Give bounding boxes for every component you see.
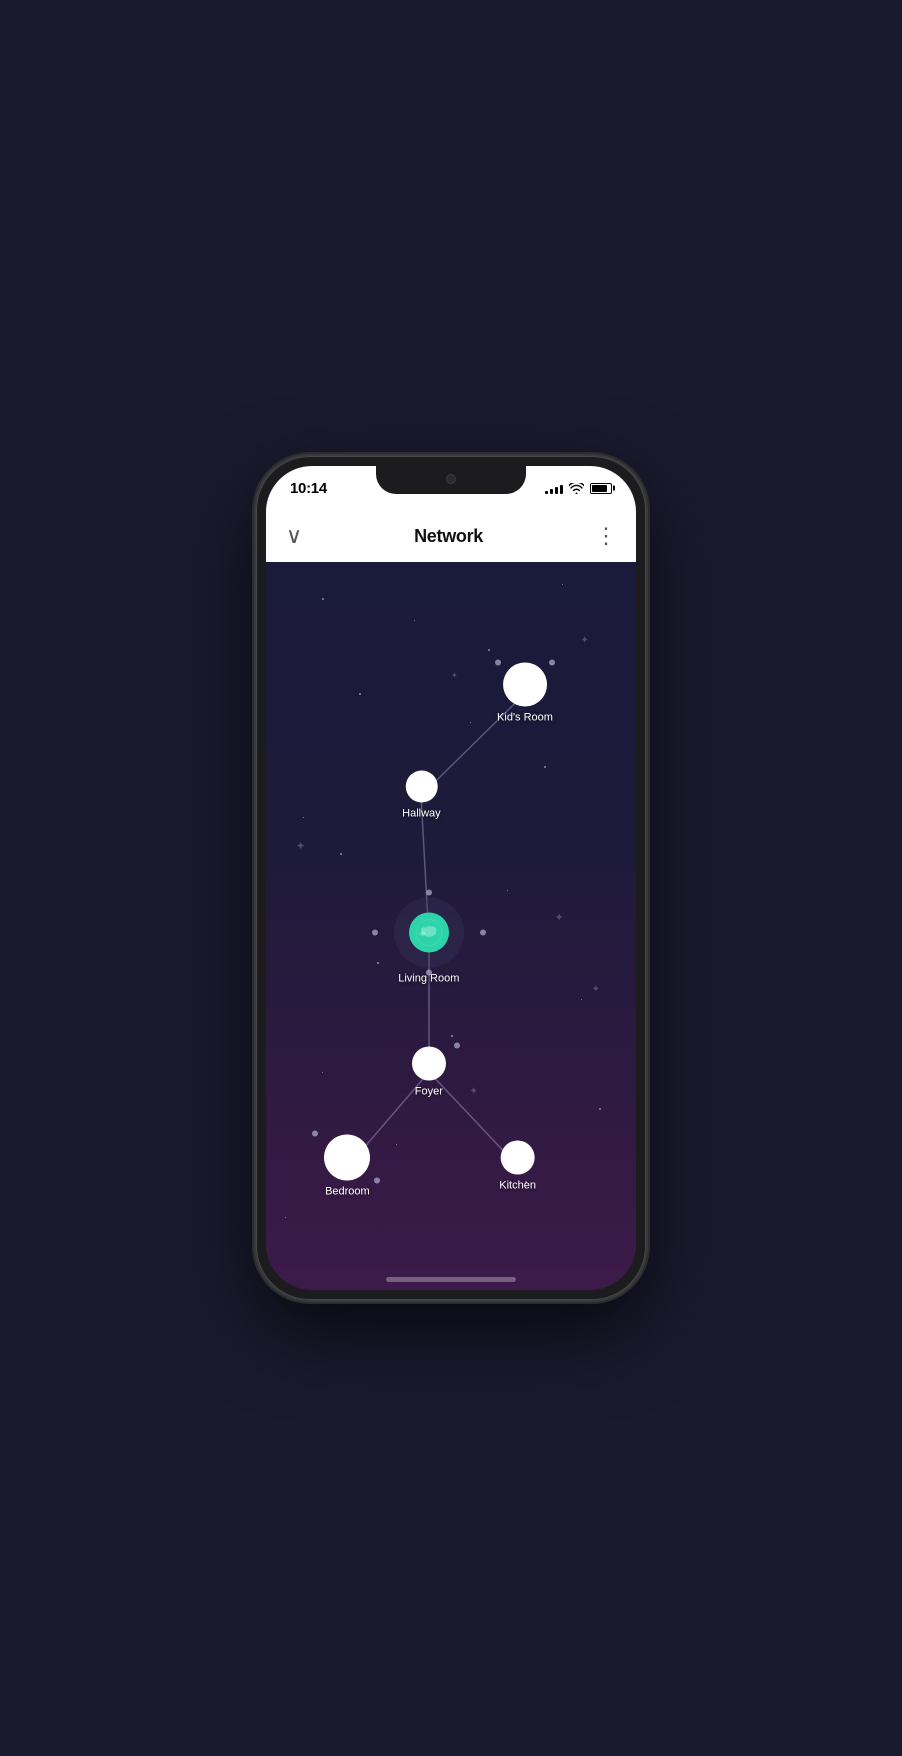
collapse-button[interactable]: ∨ <box>286 525 302 547</box>
node-kids-room-label: Kid's Room <box>497 712 553 724</box>
wifi-icon <box>569 483 584 494</box>
camera <box>446 474 456 484</box>
globe-icon <box>409 912 449 952</box>
status-time: 10:14 <box>290 480 327 497</box>
node-living-room[interactable]: Living Room <box>394 897 464 984</box>
phone-device: 10:14 <box>256 456 646 1300</box>
node-bedroom-label: Bedroom <box>325 1186 370 1198</box>
node-kitchen[interactable]: Kitchen <box>499 1141 536 1192</box>
home-indicator <box>386 1277 516 1282</box>
node-kitchen-label: Kitchen <box>499 1180 536 1192</box>
more-menu-button[interactable]: ⋮ <box>595 528 616 543</box>
header-title: Network <box>414 526 483 547</box>
node-foyer[interactable]: Foyer <box>412 1046 446 1097</box>
node-hallway-label: Hallway <box>402 807 441 819</box>
battery-icon <box>590 483 612 494</box>
node-kids-room[interactable]: Kid's Room <box>497 663 553 724</box>
signal-bars-icon <box>545 482 563 494</box>
node-bedroom[interactable]: Bedroom <box>324 1135 370 1198</box>
node-foyer-label: Foyer <box>415 1085 443 1097</box>
node-hallway[interactable]: Hallway <box>402 770 441 819</box>
notch <box>376 466 526 494</box>
status-icons <box>545 482 612 494</box>
network-area: ✦ ✦ ✦ ✦ ✦ ✦ ✦ <box>266 562 636 1290</box>
phone-screen: 10:14 <box>266 466 636 1290</box>
app-header: ∨ Network ⋮ <box>266 510 636 562</box>
